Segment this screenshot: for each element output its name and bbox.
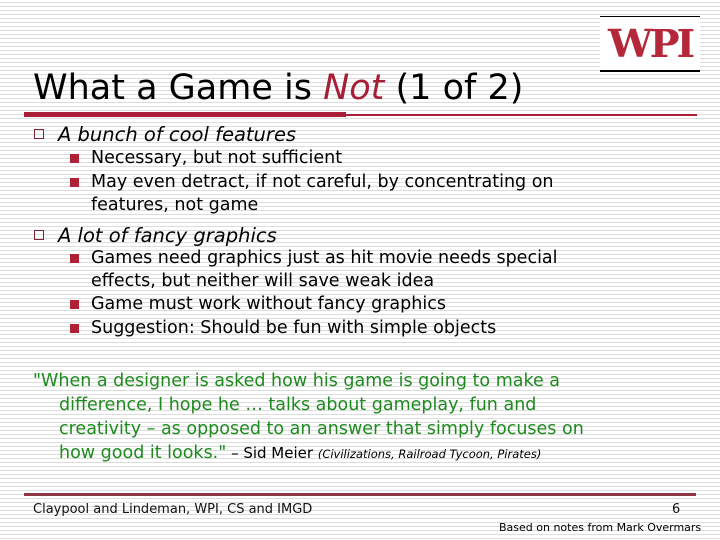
quote-line-last: how good it looks." – Sid Meier (Civiliz… — [59, 443, 542, 463]
page-number: 6 — [672, 502, 681, 517]
filled-square-bullet-icon — [70, 300, 79, 309]
filled-square-bullet-icon — [70, 178, 79, 187]
quote-line: "When a designer is asked how his game i… — [33, 371, 561, 391]
quote-line: creativity – as opposed to an answer tha… — [59, 419, 584, 439]
quote-works: (Civilizations, Railroad Tycoon, Pirates… — [317, 447, 542, 461]
filled-square-bullet-icon — [70, 324, 79, 333]
wpi-logo: WPI — [600, 16, 700, 72]
slide-title: What a Game is Not (1 of 2) — [33, 68, 524, 108]
sid-meier-quote: "When a designer is asked how his game i… — [33, 369, 693, 466]
footer-divider — [24, 493, 696, 496]
footer-authors: Claypool and Lindeman, WPI, CS and IMGD — [33, 502, 313, 517]
title-underline-thin — [346, 114, 697, 116]
quote-attribution: – Sid Meier — [226, 444, 318, 462]
hollow-square-bullet-icon — [34, 230, 44, 240]
hollow-square-bullet-icon — [34, 129, 44, 139]
title-emphasis: Not — [323, 68, 385, 108]
filled-square-bullet-icon — [70, 254, 79, 263]
filled-square-bullet-icon — [70, 154, 79, 163]
title-underline-thick — [24, 112, 346, 117]
quote-line: difference, I hope he … talks about game… — [59, 395, 537, 415]
wpi-logo-text: WPI — [607, 21, 695, 66]
footer-note: Based on notes from Mark Overmars — [499, 521, 702, 534]
